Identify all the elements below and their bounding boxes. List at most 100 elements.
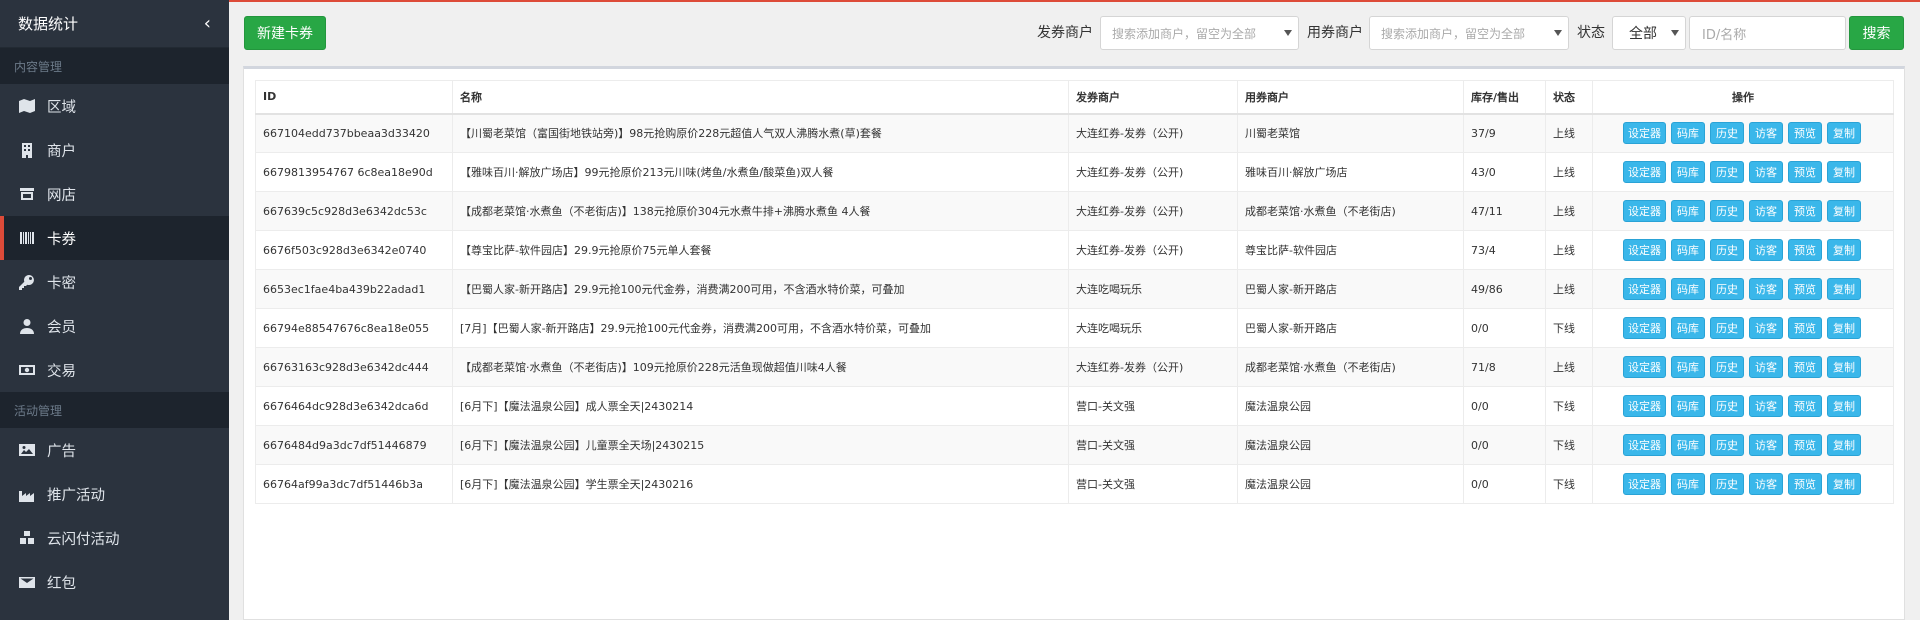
code-library-button[interactable]: 码库 [1671,161,1705,183]
sidebar-item[interactable]: 广告 [0,428,229,472]
visitor-button[interactable]: 访客 [1749,161,1783,183]
copy-button[interactable]: 复制 [1827,161,1861,183]
setter-button[interactable]: 设定器 [1623,161,1666,183]
history-button[interactable]: 历史 [1710,161,1744,183]
sidebar-item[interactable]: 卡券 [0,216,229,260]
sidebar-item-label: 卡密 [47,275,76,292]
copy-button[interactable]: 复制 [1827,200,1861,222]
table-row: 667639c5c928d3e6342dc53c 【成都老菜馆·水煮鱼（不老街店)… [255,191,1894,231]
new-coupon-button[interactable]: 新建卡券 [244,16,326,50]
user-merchant-label: 用券商户 [1307,25,1363,41]
history-button[interactable]: 历史 [1710,239,1744,261]
code-library-button[interactable]: 码库 [1671,278,1705,300]
sidebar-item-label: 交易 [47,363,76,380]
money-icon [19,362,35,378]
history-button[interactable]: 历史 [1710,200,1744,222]
setter-button[interactable]: 设定器 [1623,395,1666,417]
visitor-button[interactable]: 访客 [1749,356,1783,378]
envelope-icon [19,574,35,590]
sidebar-title[interactable]: 数据统计 [18,13,78,34]
setter-button[interactable]: 设定器 [1623,278,1666,300]
cell-actions: 设定器 码库 历史 访客 预览 复制 [1592,152,1894,192]
visitor-button[interactable]: 访客 [1749,239,1783,261]
sidebar-item[interactable]: 网店 [0,172,229,216]
cell-user: 魔法温泉公园 [1237,386,1464,426]
id-name-input[interactable]: ID/名称 [1689,16,1846,50]
preview-button[interactable]: 预览 [1788,122,1822,145]
preview-button[interactable]: 预览 [1788,395,1822,417]
preview-button[interactable]: 预览 [1788,473,1822,495]
visitor-button[interactable]: 访客 [1749,122,1783,145]
setter-button[interactable]: 设定器 [1623,200,1666,222]
cell-status: 下线 [1545,464,1593,504]
sidebar: 数据统计 ‹ 内容管理 区域 商户 网店 卡券 卡密 会员 交易 活动管理 广告 推广活动 云闪付活动… [0,0,229,620]
copy-button[interactable]: 复制 [1827,239,1861,261]
history-button[interactable]: 历史 [1710,473,1744,495]
history-button[interactable]: 历史 [1710,122,1744,145]
code-library-button[interactable]: 码库 [1671,122,1705,145]
copy-button[interactable]: 复制 [1827,317,1861,339]
sidebar-item-label: 推广活动 [47,487,105,504]
sidebar-item[interactable]: 商户 [0,128,229,172]
user-merchant-select[interactable]: 搜索添加商户，留空为全部 [1369,16,1569,50]
code-library-button[interactable]: 码库 [1671,239,1705,261]
preview-button[interactable]: 预览 [1788,356,1822,378]
code-library-button[interactable]: 码库 [1671,356,1705,378]
copy-button[interactable]: 复制 [1827,122,1861,145]
chevron-left-icon[interactable]: ‹ [204,14,211,33]
setter-button[interactable]: 设定器 [1623,473,1666,495]
sidebar-item[interactable]: 区域 [0,84,229,128]
sidebar-item-label: 区域 [47,99,76,116]
setter-button[interactable]: 设定器 [1623,122,1666,145]
preview-button[interactable]: 预览 [1788,278,1822,300]
status-select[interactable]: 全部 [1612,16,1686,50]
code-library-button[interactable]: 码库 [1671,434,1705,456]
history-button[interactable]: 历史 [1710,356,1744,378]
setter-button[interactable]: 设定器 [1623,434,1666,456]
history-button[interactable]: 历史 [1710,395,1744,417]
setter-button[interactable]: 设定器 [1623,317,1666,339]
sidebar-item[interactable]: 会员 [0,304,229,348]
setter-button[interactable]: 设定器 [1623,239,1666,261]
preview-button[interactable]: 预览 [1788,161,1822,183]
cell-user: 川蜀老菜馆 [1237,113,1464,153]
code-library-button[interactable]: 码库 [1671,200,1705,222]
sidebar-item[interactable]: 推广活动 [0,472,229,516]
cell-actions: 设定器 码库 历史 访客 预览 复制 [1592,464,1894,504]
sidebar-item[interactable]: 交易 [0,348,229,392]
code-library-button[interactable]: 码库 [1671,317,1705,339]
visitor-button[interactable]: 访客 [1749,317,1783,339]
visitor-button[interactable]: 访客 [1749,395,1783,417]
preview-button[interactable]: 预览 [1788,317,1822,339]
code-library-button[interactable]: 码库 [1671,395,1705,417]
code-library-button[interactable]: 码库 [1671,473,1705,495]
visitor-button[interactable]: 访客 [1749,473,1783,495]
cell-stock: 49/86 [1463,269,1546,309]
history-button[interactable]: 历史 [1710,278,1744,300]
search-button[interactable]: 搜索 [1849,16,1904,50]
preview-button[interactable]: 预览 [1788,434,1822,456]
history-button[interactable]: 历史 [1710,317,1744,339]
issuer-merchant-select[interactable]: 搜索添加商户，留空为全部 [1100,16,1299,50]
copy-button[interactable]: 复制 [1827,473,1861,495]
copy-button[interactable]: 复制 [1827,395,1861,417]
preview-button[interactable]: 预览 [1788,200,1822,222]
cell-name: [7月]【巴蜀人家-新开路店】29.9元抢100元代金券，消费满200可用，不含… [452,308,1069,348]
preview-button[interactable]: 预览 [1788,239,1822,261]
sidebar-item[interactable]: 云闪付活动 [0,516,229,560]
setter-button[interactable]: 设定器 [1623,356,1666,378]
visitor-button[interactable]: 访客 [1749,278,1783,300]
copy-button[interactable]: 复制 [1827,434,1861,456]
sidebar-item[interactable]: 卡密 [0,260,229,304]
visitor-button[interactable]: 访客 [1749,200,1783,222]
cell-name: [6月下]【魔法温泉公园】学生票全天|2430216 [452,464,1069,504]
column-header-actions: 操作 [1592,80,1894,115]
cell-id: 6653ec1fae4ba439b22adad1 [255,269,453,309]
copy-button[interactable]: 复制 [1827,356,1861,378]
history-button[interactable]: 历史 [1710,434,1744,456]
user-merchant-placeholder: 搜索添加商户，留空为全部 [1381,26,1526,41]
copy-button[interactable]: 复制 [1827,278,1861,300]
cell-actions: 设定器 码库 历史 访客 预览 复制 [1592,308,1894,348]
sidebar-item[interactable]: 红包 [0,560,229,604]
visitor-button[interactable]: 访客 [1749,434,1783,456]
